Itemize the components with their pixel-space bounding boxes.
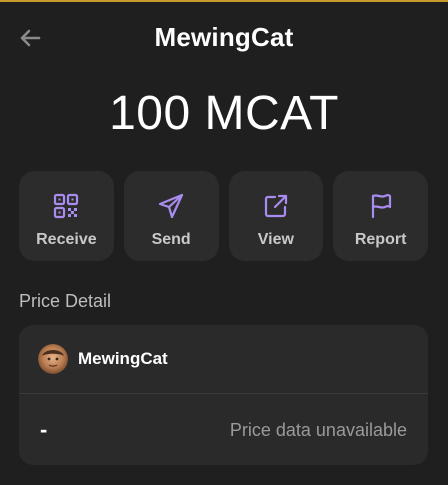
price-detail-card: MewingCat - Price data unavailable [19,325,428,465]
token-balance: 100 MCAT [109,87,339,140]
view-button[interactable]: View [228,171,324,261]
receive-label: Receive [36,231,97,248]
report-button[interactable]: Report [333,171,428,261]
report-label: Report [354,231,407,248]
price-detail-heading: Price Detail [19,291,112,311]
price-status-text: Price data unavailable [229,419,407,440]
token-row: MewingCat [19,325,428,394]
header: MewingCat [0,2,448,72]
price-row: - Price data unavailable [19,395,428,465]
qr-code-icon [51,191,81,221]
token-name: MewingCat [78,349,168,368]
receive-button[interactable]: Receive [19,171,114,261]
page-title: MewingCat [154,22,294,52]
send-label: Send [151,231,191,248]
external-link-icon [261,191,291,221]
flag-icon [366,191,396,221]
view-label: View [257,231,294,248]
price-value: - [40,417,48,442]
send-button[interactable]: Send [123,171,219,261]
token-avatar [38,344,68,374]
action-buttons: Receive Send View Report [19,171,428,261]
send-icon [156,191,186,221]
